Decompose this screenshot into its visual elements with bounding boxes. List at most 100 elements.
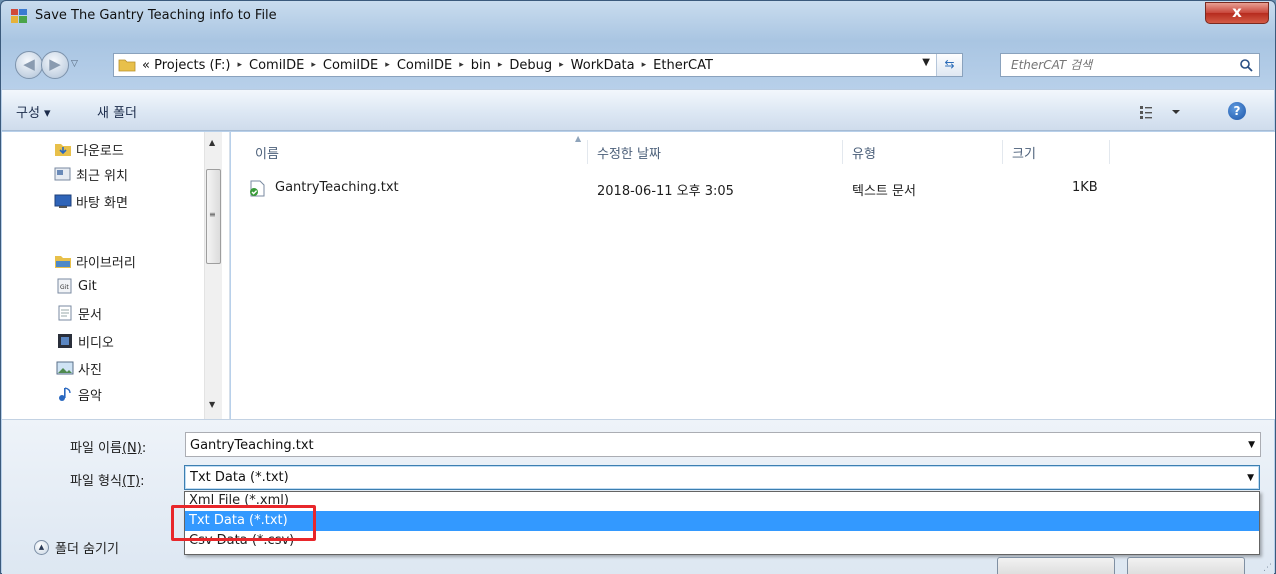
filename-dropdown-icon[interactable]: ▼ xyxy=(1248,440,1255,450)
filetype-option-csv[interactable]: Csv Data (*.csv) xyxy=(185,531,1259,551)
column-divider[interactable] xyxy=(1002,140,1003,164)
view-options-icon[interactable] xyxy=(1138,103,1190,121)
save-form: 파일 이름(N): ▼ 파일 형식(T): Txt Data (*.txt) ▼… xyxy=(2,419,1274,574)
filetype-dropdown-icon[interactable]: ▼ xyxy=(1247,473,1254,483)
breadcrumb-separator-icon[interactable]: ▸ xyxy=(237,60,242,70)
breadcrumb-debug[interactable]: Debug xyxy=(509,58,552,73)
search-icon[interactable] xyxy=(1239,58,1253,72)
cancel-button[interactable] xyxy=(1127,557,1245,574)
organize-button[interactable]: 구성 ▾ xyxy=(16,102,51,121)
filetype-dropdown-list: Xml File (*.xml) Txt Data (*.txt) Csv Da… xyxy=(184,491,1260,555)
breadcrumb-projects[interactable]: « Projects (F:) xyxy=(142,58,230,73)
search-input[interactable] xyxy=(1011,56,1231,74)
breadcrumb-separator-icon[interactable]: ▸ xyxy=(559,60,564,70)
library-icon xyxy=(55,256,71,268)
desktop-icon xyxy=(54,194,72,208)
download-folder-icon xyxy=(55,144,71,156)
column-header-size[interactable]: 크기 xyxy=(1012,143,1036,162)
text-file-icon xyxy=(250,180,265,197)
annotation-highlight-box xyxy=(171,505,316,541)
scroll-up-icon[interactable]: ▲ xyxy=(209,138,215,147)
breadcrumb-bin[interactable]: bin xyxy=(471,58,491,73)
nav-pane-scrollbar[interactable]: ▲ ≡ ▼ xyxy=(204,132,222,419)
video-icon xyxy=(58,334,72,348)
nav-item-desktop[interactable]: 바탕 화면 xyxy=(54,190,128,212)
breadcrumb-ethercat[interactable]: EtherCAT xyxy=(653,58,713,73)
nav-item-label: 라이브러리 xyxy=(76,255,136,271)
breadcrumb-separator-icon[interactable]: ▸ xyxy=(642,60,647,70)
hide-folders-button[interactable]: ▲ 폴더 숨기기 xyxy=(34,538,119,557)
column-header-type[interactable]: 유형 xyxy=(852,143,876,162)
filetype-label: 파일 형식(T): xyxy=(70,474,145,489)
app-window-icon xyxy=(11,9,27,23)
filetype-option-xml[interactable]: Xml File (*.xml) xyxy=(185,492,1259,511)
filename-label: 파일 이름(N): xyxy=(70,441,147,456)
breadcrumb-separator-icon[interactable]: ▸ xyxy=(459,60,464,70)
nav-item-downloads[interactable]: 다운로드 xyxy=(54,138,124,160)
navigation-bar: ◀ ▶ ▽ « Projects (F:) ▸ ComiIDE ▸ ComiID… xyxy=(1,49,1275,81)
breadcrumb-comiide-3[interactable]: ComiIDE xyxy=(397,58,452,73)
filename-input[interactable] xyxy=(190,436,1230,454)
music-icon xyxy=(59,387,71,401)
save-file-dialog: Save The Gantry Teaching info to File x … xyxy=(0,0,1276,574)
search-box[interactable] xyxy=(1000,53,1260,77)
window-title: Save The Gantry Teaching info to File xyxy=(35,8,277,23)
breadcrumb-comiide-2[interactable]: ComiIDE xyxy=(323,58,378,73)
nav-item-label: 문서 xyxy=(78,307,102,323)
collapse-arrow-icon: ▲ xyxy=(34,540,49,555)
filename-access-key: (N) xyxy=(121,441,142,456)
save-button[interactable] xyxy=(997,557,1115,574)
breadcrumb-comiide-1[interactable]: ComiIDE xyxy=(249,58,304,73)
pictures-icon xyxy=(56,361,74,375)
breadcrumb-workdata[interactable]: WorkData xyxy=(571,58,635,73)
nav-item-libraries[interactable]: 라이브러리 xyxy=(54,250,136,272)
file-type: 텍스트 문서 xyxy=(852,184,916,199)
new-folder-button[interactable]: 새 폴더 xyxy=(97,102,137,121)
back-button[interactable]: ◀ xyxy=(15,51,43,79)
refresh-icon[interactable]: ⇆ xyxy=(936,54,962,76)
folder-icon xyxy=(118,59,136,72)
filename-field[interactable]: ▼ xyxy=(185,432,1261,457)
column-divider[interactable] xyxy=(842,140,843,164)
table-row[interactable]: GantryTeaching.txt 2018-06-11 오후 3:05 텍스… xyxy=(249,177,1249,199)
address-dropdown-icon[interactable]: ▼ xyxy=(922,57,930,68)
close-button[interactable]: x xyxy=(1205,2,1269,24)
file-modified: 2018-06-11 오후 3:05 xyxy=(597,184,734,199)
nav-item-label: 사진 xyxy=(78,362,102,378)
git-library-icon: Git xyxy=(57,278,72,294)
nav-item-git[interactable]: Git Git xyxy=(56,275,97,297)
nav-item-label: 바탕 화면 xyxy=(76,195,128,211)
breadcrumb-separator-icon[interactable]: ▸ xyxy=(385,60,390,70)
scroll-down-icon[interactable]: ▼ xyxy=(209,400,215,409)
resize-grip-icon[interactable]: ⋰ xyxy=(1263,563,1272,573)
command-toolbar: 구성 ▾ 새 폴더 ? xyxy=(2,89,1274,131)
svg-text:Git: Git xyxy=(60,284,69,291)
scrollbar-grip-icon: ≡ xyxy=(209,210,216,219)
forward-button[interactable]: ▶ xyxy=(41,51,69,79)
nav-item-documents[interactable]: 문서 xyxy=(56,302,102,324)
nav-item-label: 다운로드 xyxy=(76,143,124,159)
breadcrumb-separator-icon[interactable]: ▸ xyxy=(498,60,503,70)
address-bar[interactable]: « Projects (F:) ▸ ComiIDE ▸ ComiIDE ▸ Co… xyxy=(113,53,963,77)
nav-item-pictures[interactable]: 사진 xyxy=(56,357,102,379)
title-bar: Save The Gantry Teaching info to File x xyxy=(1,1,1275,33)
help-button[interactable]: ? xyxy=(1228,102,1246,120)
nav-item-music[interactable]: 음악 xyxy=(56,383,102,405)
history-dropdown-icon[interactable]: ▽ xyxy=(71,59,78,69)
file-list[interactable]: ▲ 이름 수정한 날짜 유형 크기 GantryTeaching.txt 201… xyxy=(231,132,1275,419)
documents-icon xyxy=(58,305,72,321)
filetype-select[interactable]: Txt Data (*.txt) ▼ xyxy=(184,465,1260,490)
column-divider[interactable] xyxy=(1109,140,1110,164)
column-header-modified[interactable]: 수정한 날짜 xyxy=(597,143,661,162)
filetype-option-txt[interactable]: Txt Data (*.txt) xyxy=(185,511,1259,531)
filetype-access-key: (T) xyxy=(121,474,141,489)
file-size: 1KB xyxy=(1072,180,1098,195)
sort-ascending-icon: ▲ xyxy=(575,134,582,143)
recent-places-icon xyxy=(54,167,71,181)
column-header-name[interactable]: 이름 xyxy=(255,143,279,162)
nav-item-recent-places[interactable]: 최근 위치 xyxy=(54,163,128,185)
breadcrumb-separator-icon[interactable]: ▸ xyxy=(311,60,316,70)
column-divider[interactable] xyxy=(587,140,588,164)
file-name: GantryTeaching.txt xyxy=(275,180,399,195)
nav-item-videos[interactable]: 비디오 xyxy=(56,330,114,352)
